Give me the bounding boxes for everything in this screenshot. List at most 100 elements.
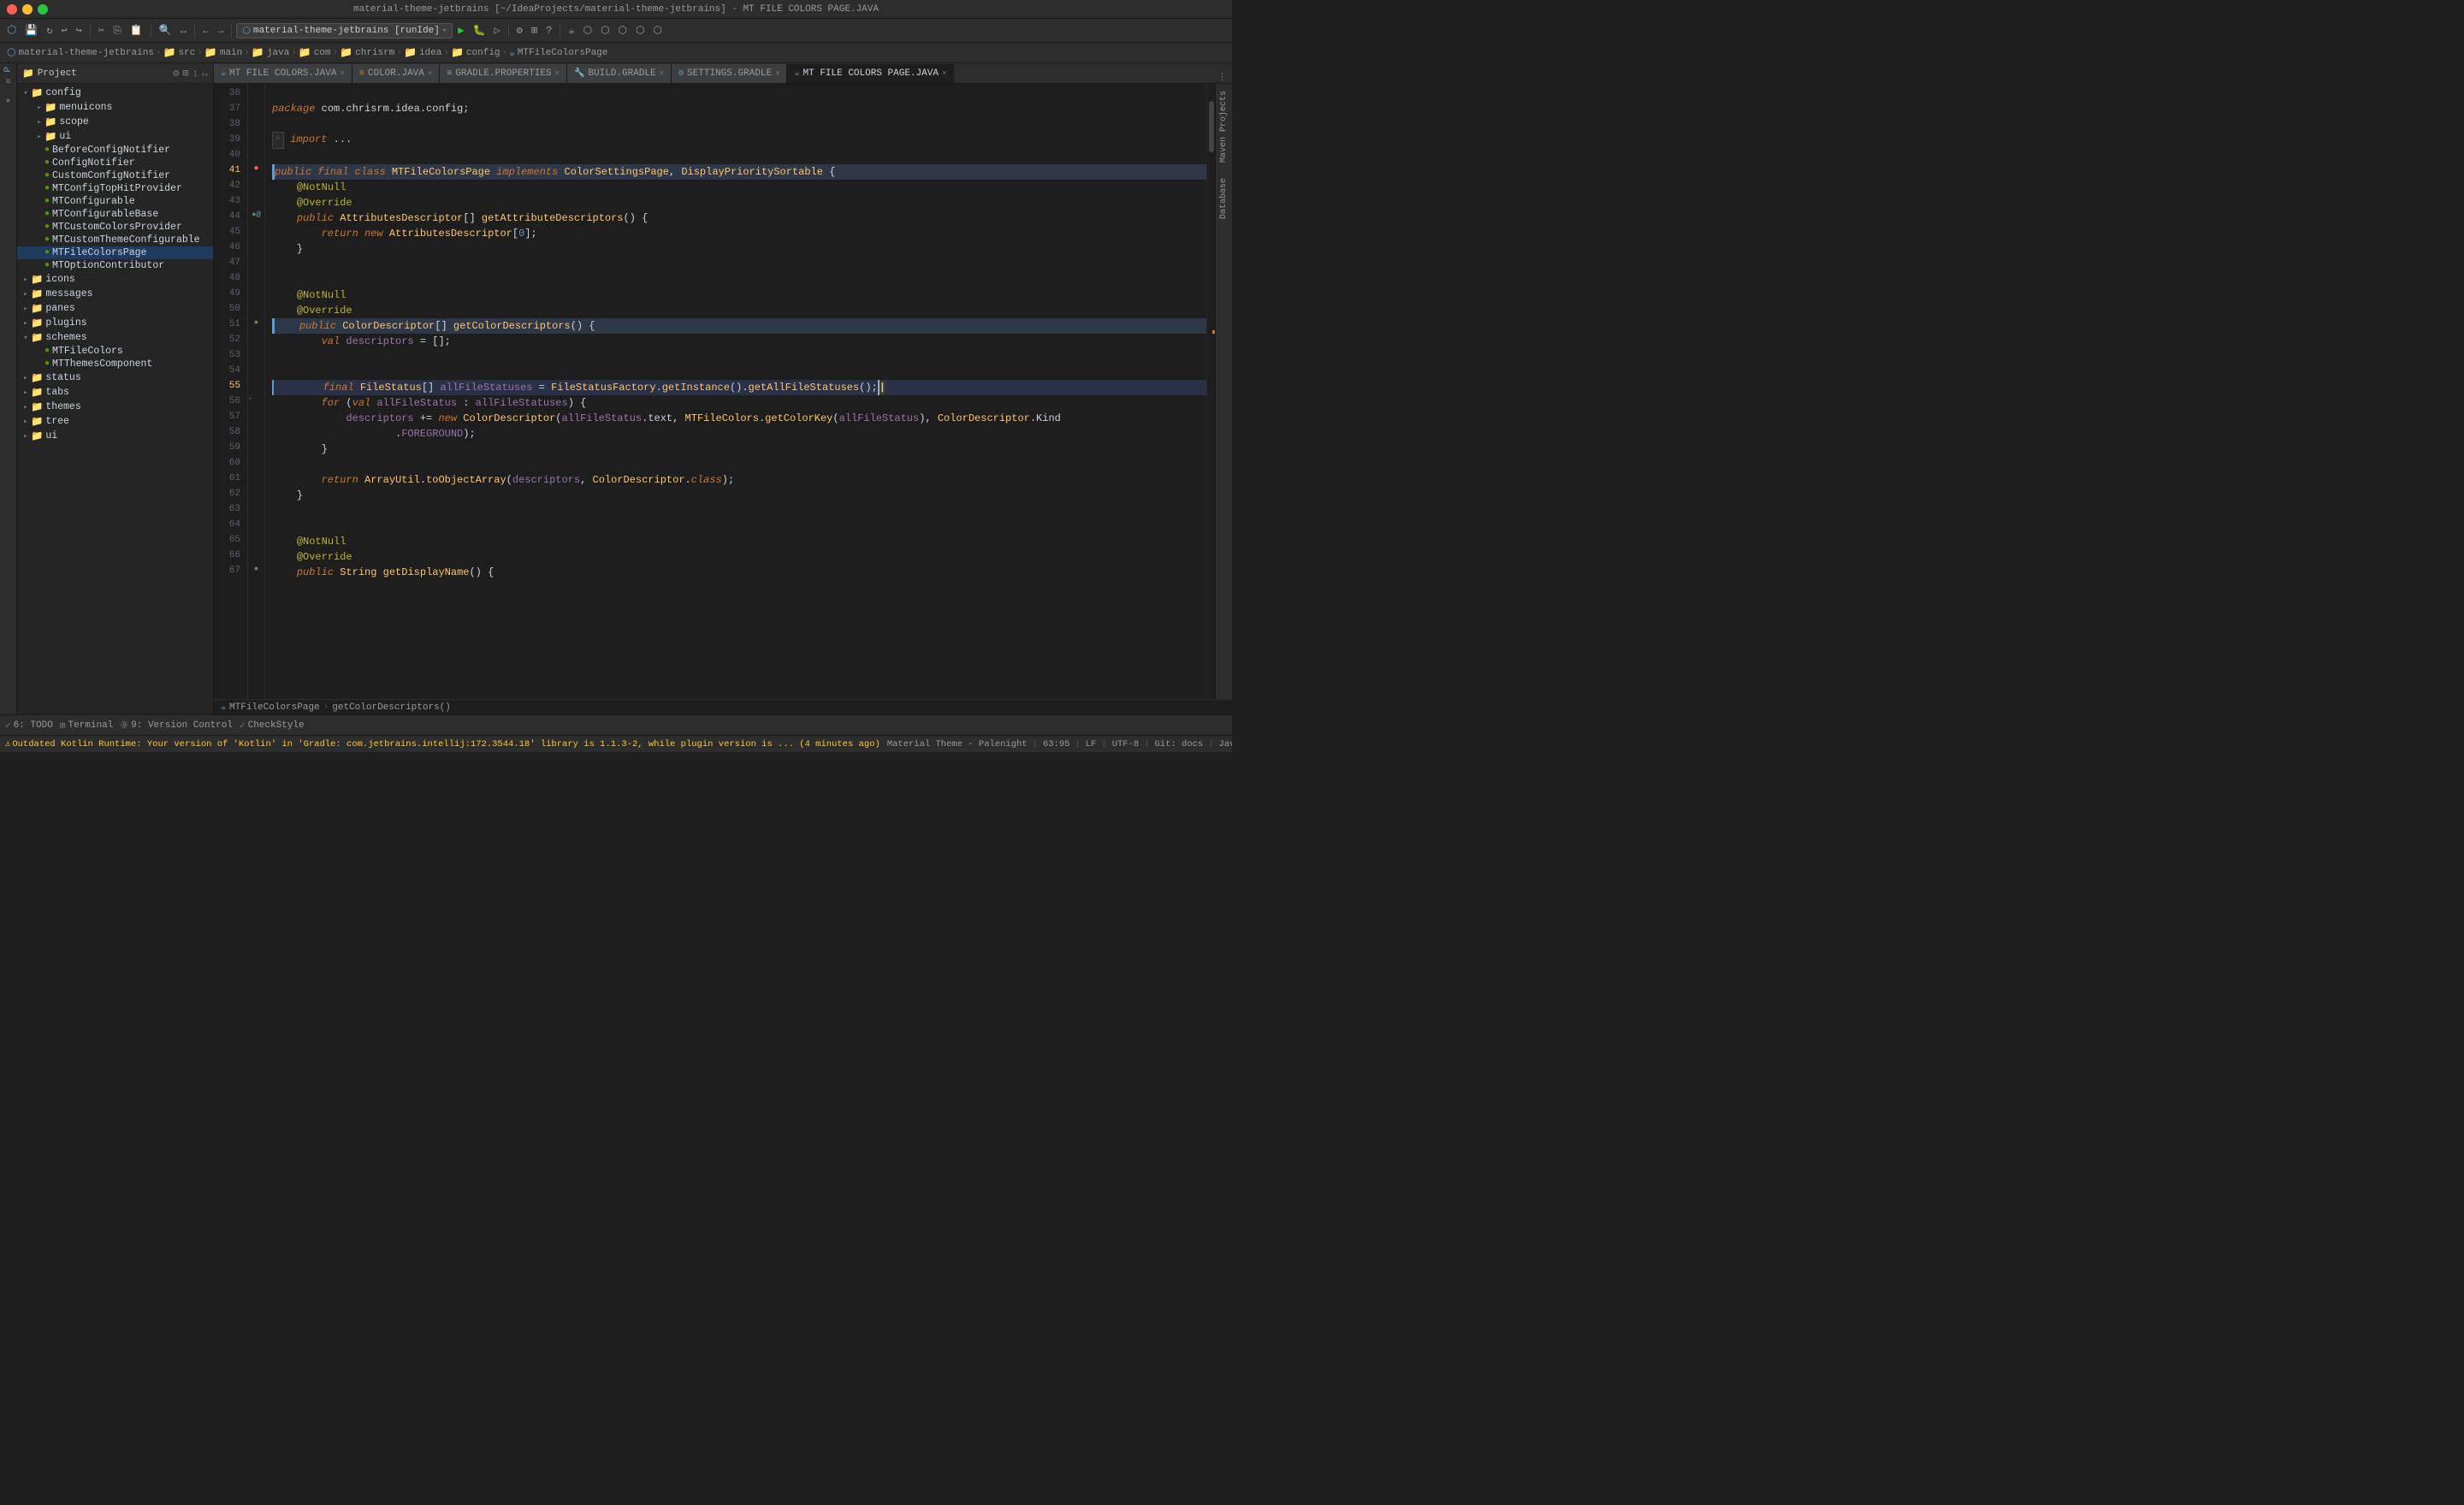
- version-control-btn[interactable]: ⑨ 9: Version Control: [120, 720, 233, 732]
- structure-panel-btn[interactable]: ≡: [5, 78, 10, 87]
- tab-settings-gradle[interactable]: ⚙ SETTINGS.GRADLE ×: [672, 64, 787, 83]
- tab-mtfilecolors-java[interactable]: ☕ MT FILE COLORS.JAVA ×: [214, 64, 352, 83]
- tree-item-mtcustom[interactable]: ▸ ● MTCustomColorsProvider: [17, 221, 213, 234]
- status-lf[interactable]: LF: [1086, 739, 1097, 750]
- tree-item-mtfilecolorspage[interactable]: ▸ ● MTFileColorsPage: [17, 246, 213, 259]
- debug-button[interactable]: 🐛: [469, 22, 489, 39]
- tree-item-tabs[interactable]: ▸ 📁 tabs: [17, 385, 213, 400]
- help-button[interactable]: ?: [542, 23, 555, 39]
- method-bc-method[interactable]: getColorDescriptors(): [332, 702, 451, 713]
- status-theme[interactable]: Material Theme - Palenight: [887, 739, 1028, 750]
- tree-item-mtthemes[interactable]: ▸ ● MTThemesComponent: [17, 358, 213, 370]
- status-git[interactable]: Git: docs: [1155, 739, 1204, 750]
- fold-plus[interactable]: +: [248, 395, 252, 404]
- sdk-button[interactable]: ☕: [565, 22, 578, 39]
- paste-button[interactable]: 📋: [127, 22, 146, 39]
- terminal-btn[interactable]: ⊞ Terminal: [60, 720, 113, 732]
- forward-button[interactable]: →: [214, 23, 227, 39]
- copy-button[interactable]: ⎘: [110, 23, 125, 39]
- file-tree[interactable]: ▾ 📁 config ▸ 📁 menuicons ▸ 📁 scope ▸: [17, 84, 213, 714]
- settings-button[interactable]: ⚙: [513, 22, 526, 39]
- back-button[interactable]: ←: [199, 23, 212, 39]
- checkstyle-btn[interactable]: ✓ CheckStyle: [240, 720, 305, 732]
- tree-item-scope[interactable]: ▸ 📁 scope: [17, 115, 213, 129]
- favorites-btn[interactable]: ★: [5, 96, 10, 106]
- bc-project[interactable]: ⬡ material-theme-jetbrains: [7, 46, 154, 59]
- scrollbar-thumb[interactable]: [1209, 101, 1214, 152]
- status-warning[interactable]: ⚠ Outdated Kotlin Runtime: Your version …: [5, 738, 880, 750]
- database-panel-tab[interactable]: Database: [1219, 175, 1229, 222]
- tree-item-custom-config[interactable]: ▸ ● CustomConfigNotifier: [17, 169, 213, 182]
- tree-item-status[interactable]: ▸ 📁 status: [17, 370, 213, 385]
- run-button[interactable]: ▶: [454, 22, 467, 39]
- tree-item-mtconfig[interactable]: ▸ ● MTConfigurable: [17, 195, 213, 208]
- tree-item-menuicons[interactable]: ▸ 📁 menuicons: [17, 100, 213, 115]
- tree-item-plugins[interactable]: ▸ 📁 plugins: [17, 316, 213, 330]
- undo-button[interactable]: ↩: [58, 22, 71, 39]
- tab-mtfilecolorspage-java[interactable]: ☕ MT FILE COLORS PAGE.JAVA ×: [787, 64, 954, 83]
- todo-panel-btn[interactable]: ✓ 6: TODO: [5, 720, 53, 732]
- tab-gradle-props[interactable]: ≡ GRADLE.PROPERTIES ×: [440, 64, 567, 83]
- tab-color-java[interactable]: ≡ COLOR.JAVA ×: [352, 64, 440, 83]
- tree-item-schemes[interactable]: ▾ 📁 schemes: [17, 330, 213, 345]
- find-button[interactable]: 🔍: [156, 22, 175, 39]
- tab-close-5[interactable]: ×: [775, 69, 779, 78]
- bc-idea[interactable]: 📁 idea: [404, 46, 441, 59]
- code-content[interactable]: package com.chrisrm.idea.config; + impor…: [265, 84, 1206, 699]
- tool5-button[interactable]: ⬡: [650, 22, 666, 39]
- tree-item-mtoption[interactable]: ▸ ● MTOptionContributor: [17, 259, 213, 272]
- fold-marker-import[interactable]: +: [272, 132, 284, 149]
- tree-item-ui-sub[interactable]: ▸ 📁 ui: [17, 129, 213, 144]
- tab-close-4[interactable]: ×: [660, 69, 664, 78]
- tool4-button[interactable]: ⬡: [632, 22, 648, 39]
- tree-item-mttophit[interactable]: ▸ ● MTConfigTopHitProvider: [17, 182, 213, 195]
- status-encoding[interactable]: UTF-8: [1112, 739, 1140, 750]
- tree-item-before-config[interactable]: ▸ ● BeforeConfigNotifier: [17, 144, 213, 157]
- tool3-button[interactable]: ⬡: [615, 22, 631, 39]
- tool1-button[interactable]: ⬡: [580, 22, 595, 39]
- panel-layout-btn[interactable]: ⊞: [182, 67, 188, 80]
- tree-item-tree[interactable]: ▸ 📁 tree: [17, 414, 213, 429]
- panel-expand-btn[interactable]: ↔: [202, 68, 208, 80]
- status-position[interactable]: 63:95: [1043, 739, 1070, 750]
- run-coverage-button[interactable]: ▷: [490, 22, 503, 39]
- structure-button[interactable]: ⊞: [528, 22, 541, 39]
- bc-config[interactable]: 📁 config: [451, 46, 500, 59]
- tree-item-panes[interactable]: ▸ 📁 panes: [17, 301, 213, 316]
- project-panel-button[interactable]: P: [3, 67, 14, 73]
- tree-item-mtcustomtheme[interactable]: ▸ ● MTCustomThemeConfigurable: [17, 234, 213, 246]
- cut-button[interactable]: ✂: [95, 22, 108, 39]
- tree-item-messages[interactable]: ▸ 📁 messages: [17, 287, 213, 301]
- replace-button[interactable]: ↔: [177, 23, 190, 39]
- tree-item-config-notifier[interactable]: ▸ ● ConfigNotifier: [17, 157, 213, 169]
- tab-close-1[interactable]: ×: [340, 69, 344, 78]
- method-bc-class[interactable]: MTFileColorsPage: [229, 702, 320, 713]
- maven-panel-tab[interactable]: Maven Projects: [1219, 87, 1229, 166]
- synchronize-button[interactable]: ↻: [43, 22, 56, 39]
- panel-gear-btn[interactable]: ⚙: [173, 67, 179, 80]
- close-button[interactable]: [7, 4, 17, 15]
- panel-scroll-btn[interactable]: ↕: [192, 68, 198, 80]
- bc-main[interactable]: 📁 main: [204, 46, 242, 59]
- tree-item-themes[interactable]: ▸ 📁 themes: [17, 400, 213, 414]
- tab-overflow-btn[interactable]: ⋮: [1212, 71, 1232, 83]
- bc-src[interactable]: 📁 src: [163, 46, 196, 59]
- maximize-button[interactable]: [38, 4, 48, 15]
- tab-build-gradle[interactable]: 🔧 BUILD.GRADLE ×: [567, 64, 672, 83]
- status-lang[interactable]: Java: [1219, 739, 1232, 750]
- minimize-button[interactable]: [22, 4, 33, 15]
- save-all-button[interactable]: 💾: [21, 22, 41, 39]
- tab-close-6[interactable]: ×: [942, 69, 946, 78]
- tree-item-mtconfigbase[interactable]: ▸ ● MTConfigurableBase: [17, 208, 213, 221]
- tab-close-2[interactable]: ×: [428, 69, 432, 78]
- tree-item-mtfilecolors[interactable]: ▸ ● MTFileColors: [17, 345, 213, 358]
- tree-item-icons[interactable]: ▸ 📁 icons: [17, 272, 213, 287]
- run-config-selector[interactable]: ⬡ material-theme-jetbrains [runIde] ▾: [236, 23, 453, 39]
- tab-close-3[interactable]: ×: [555, 69, 560, 78]
- tool2-button[interactable]: ⬡: [597, 22, 613, 39]
- tree-item-ui[interactable]: ▸ 📁 ui: [17, 429, 213, 443]
- bc-java[interactable]: 📁 java: [252, 46, 289, 59]
- tree-item-config[interactable]: ▾ 📁 config: [17, 86, 213, 100]
- bc-com[interactable]: 📁 com: [299, 46, 331, 59]
- bc-file[interactable]: ☕ MTFileColorsPage: [509, 47, 607, 59]
